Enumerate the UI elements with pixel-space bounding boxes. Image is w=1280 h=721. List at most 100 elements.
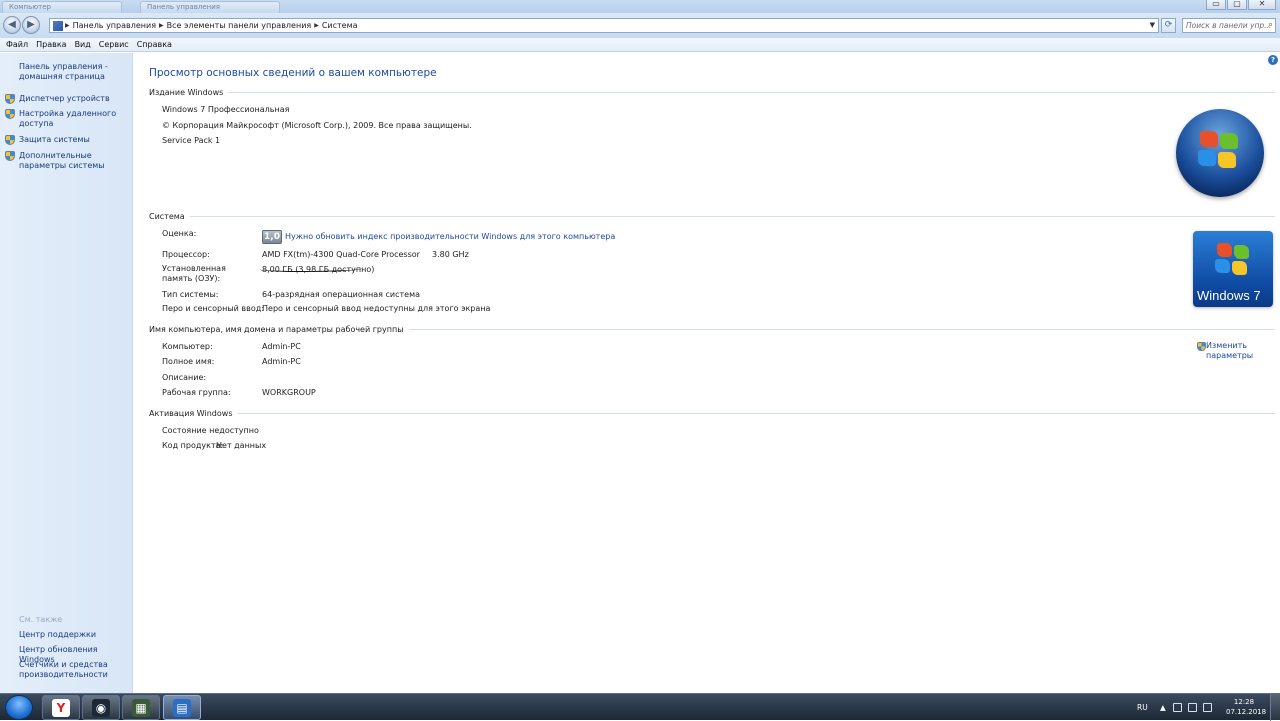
breadcrumb-separator-icon: ▶ <box>65 22 70 29</box>
sidebar-remote-settings[interactable]: Настройка удаленного доступа <box>19 109 129 129</box>
menu-tools[interactable]: Сервис <box>99 40 129 49</box>
pen-touch-label: Перо и сенсорный ввод: <box>162 304 264 313</box>
section-header: Активация Windows <box>149 409 233 418</box>
search-input[interactable]: Поиск в панели упр... ⌕ <box>1182 18 1276 33</box>
taskbar-yandex-browser[interactable]: Y <box>42 695 80 720</box>
clock-date: 07.12.2018 <box>1226 708 1267 716</box>
yandex-browser-icon: Y <box>52 698 70 717</box>
shield-icon <box>5 109 15 119</box>
background-tab-computer[interactable]: Компьютер <box>2 1 122 13</box>
breadcrumb-system[interactable]: Система <box>322 21 358 30</box>
steam-icon: ◉ <box>92 698 110 717</box>
volume-icon[interactable] <box>1203 703 1212 712</box>
windows-flag-icon <box>1200 131 1218 147</box>
back-button[interactable]: ◀ <box>3 16 21 34</box>
windows-flag-icon <box>1234 245 1249 259</box>
taskbar-steam[interactable]: ◉ <box>82 695 120 720</box>
control-panel-icon <box>53 20 63 31</box>
system-type-label: Тип системы: <box>162 290 219 299</box>
section-activation: Активация Windows <box>149 409 1275 418</box>
computer-value: Admin-PC <box>262 342 301 351</box>
address-dropdown-icon[interactable]: ▼ <box>1150 21 1155 29</box>
cpu-speed: 3.80 GHz <box>432 250 469 259</box>
breadcrumb-separator-icon: ▶ <box>159 22 164 29</box>
section-header: Издание Windows <box>149 88 224 97</box>
navigation-bar: ◀ ▶ ▶ Панель управления ▶ Все элементы п… <box>0 13 1280 38</box>
shield-icon <box>5 135 15 145</box>
clock-time: 12:28 <box>1233 698 1255 706</box>
menu-edit[interactable]: Правка <box>36 40 66 49</box>
maximize-button[interactable]: ▢ <box>1227 0 1247 10</box>
system-type-value: 64-разрядная операционная система <box>262 290 421 299</box>
performance-index-link[interactable]: Нужно обновить индекс производительности… <box>285 232 615 241</box>
start-button[interactable] <box>5 695 33 720</box>
tray-expand-icon[interactable]: ▲ <box>1160 703 1166 713</box>
page-title: Просмотр основных сведений о вашем компь… <box>149 67 437 79</box>
shield-icon <box>5 94 15 104</box>
product-key-label: Код продукта: <box>162 441 224 450</box>
change-settings-link[interactable]: Изменить параметры <box>1206 341 1266 361</box>
windows7-logo-text: Windows 7 <box>1197 288 1261 303</box>
windows-flag-icon <box>1215 259 1230 273</box>
windows-flag-icon <box>1217 243 1232 257</box>
sidebar-device-manager[interactable]: Диспетчер устройств <box>19 94 129 104</box>
workgroup-value: WORKGROUP <box>262 388 316 397</box>
show-desktop-button[interactable] <box>1270 694 1280 721</box>
sidebar-home-link[interactable]: Панель управления - домашняя страница <box>19 62 129 82</box>
game-icon: ▦ <box>132 698 150 717</box>
menu-bar: Файл Правка Вид Сервис Справка <box>0 38 1280 52</box>
section-computer-name: Имя компьютера, имя домена и параметры р… <box>149 325 1275 334</box>
section-header: Система <box>149 212 185 221</box>
sidebar-system-protection[interactable]: Защита системы <box>19 135 129 145</box>
close-button[interactable]: ✕ <box>1248 0 1276 10</box>
pen-touch-value: Перо и сенсорный ввод недоступны для это… <box>262 304 491 313</box>
menu-help[interactable]: Справка <box>137 40 172 49</box>
see-also-header: См. также <box>19 615 63 624</box>
taskbar-control-panel[interactable]: ▤ <box>163 695 201 720</box>
language-indicator[interactable]: RU <box>1137 703 1148 713</box>
taskbar: Y ◉ ▦ ▤ RU ▲ 12:28 07.12.2018 <box>0 693 1280 721</box>
breadcrumb-all-items[interactable]: Все элементы панели управления <box>167 21 312 30</box>
window-titlebar: Компьютер Панель управления ▭ ▢ ✕ <box>0 0 1280 13</box>
menu-file[interactable]: Файл <box>6 40 28 49</box>
edition-copyright: © Корпорация Майкрософт (Microsoft Corp.… <box>162 121 472 130</box>
search-placeholder: Поиск в панели упр... <box>1186 21 1272 30</box>
ram-label: Установленная память (ОЗУ): <box>162 264 226 283</box>
sidebar-performance-tools[interactable]: Счетчики и средства производительности <box>19 660 129 680</box>
cpu-value: AMD FX(tm)-4300 Quad-Core Processor <box>262 250 420 259</box>
windows7-logo: Windows 7 <box>1193 231 1273 307</box>
activation-status: Состояние недоступно <box>162 426 259 435</box>
action-center-icon[interactable] <box>1173 703 1182 712</box>
section-header: Имя компьютера, имя домена и параметры р… <box>149 325 404 334</box>
fullname-value: Admin-PC <box>262 357 301 366</box>
main-content: ? Просмотр основных сведений о вашем ком… <box>134 53 1280 693</box>
help-icon[interactable]: ? <box>1268 55 1278 65</box>
address-bar[interactable]: ▶ Панель управления ▶ Все элементы панел… <box>49 18 1159 33</box>
fullname-label: Полное имя: <box>162 357 215 366</box>
background-tab-control-panel[interactable]: Панель управления <box>140 1 280 13</box>
windows-flag-icon <box>1198 150 1216 166</box>
sidebar-advanced-settings[interactable]: Дополнительные параметры системы <box>19 151 129 171</box>
sidebar: Панель управления - домашняя страница Ди… <box>0 53 133 693</box>
sidebar-action-center[interactable]: Центр поддержки <box>19 630 129 640</box>
breadcrumb-control-panel[interactable]: Панель управления <box>73 21 156 30</box>
taskbar-game[interactable]: ▦ <box>122 695 160 720</box>
refresh-button[interactable]: ⟳ <box>1161 18 1176 33</box>
windows-flag-icon <box>1218 152 1236 168</box>
window-controls: ▭ ▢ ✕ <box>1206 0 1276 10</box>
performance-index-badge: 1,0 <box>262 230 282 244</box>
product-key-value: Нет данных <box>216 441 267 450</box>
menu-view[interactable]: Вид <box>75 40 91 49</box>
network-icon[interactable] <box>1188 703 1197 712</box>
shield-icon <box>5 151 15 161</box>
clock[interactable]: 12:28 07.12.2018 <box>1226 697 1267 717</box>
section-system: Система <box>149 212 1275 221</box>
windows-logo-orb <box>1176 109 1264 197</box>
minimize-button[interactable]: ▭ <box>1206 0 1226 10</box>
windows-flag-icon <box>1220 133 1238 149</box>
description-label: Описание: <box>162 373 207 382</box>
workgroup-label: Рабочая группа: <box>162 388 231 397</box>
search-icon[interactable]: ⌕ <box>1268 20 1273 30</box>
cpu-label: Процессор: <box>162 250 210 259</box>
forward-button[interactable]: ▶ <box>22 16 40 34</box>
